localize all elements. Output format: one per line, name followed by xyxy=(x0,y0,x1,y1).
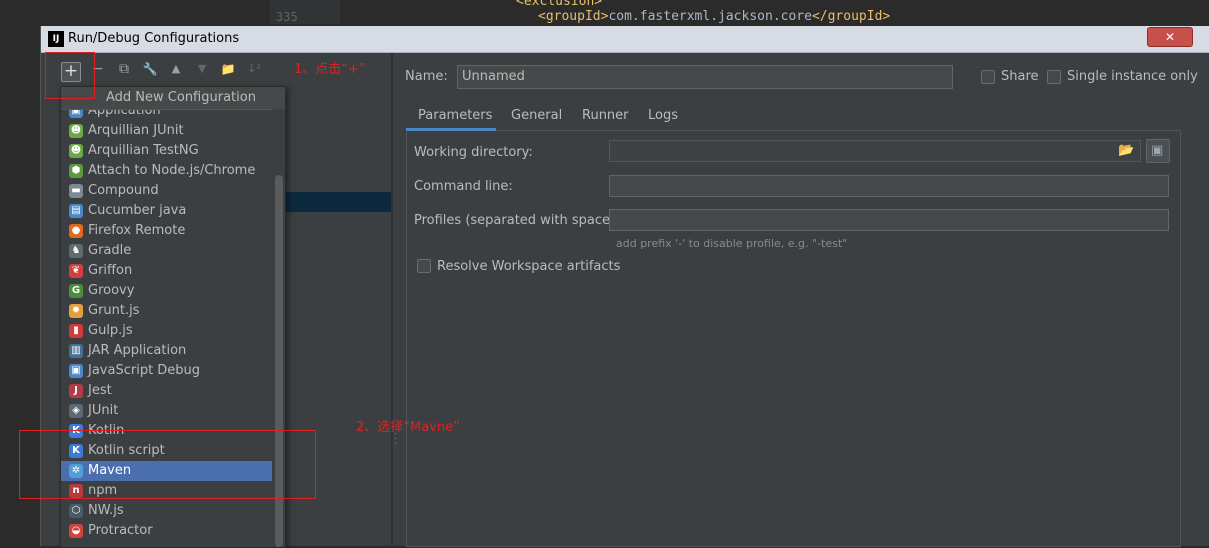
config-type-label: Attach to Node.js/Chrome xyxy=(88,163,256,178)
config-type-label: Arquillian TestNG xyxy=(88,143,199,158)
share-checkbox[interactable] xyxy=(981,70,995,84)
command-line-label: Command line: xyxy=(414,179,513,194)
groovy-icon: G xyxy=(69,284,83,298)
code-text: com.fasterxml.jackson.core xyxy=(608,9,812,24)
config-type-item[interactable]: J Jest xyxy=(61,381,272,401)
config-type-item[interactable]: ☻ Arquillian JUnit xyxy=(61,121,272,141)
annotation-box-maven xyxy=(19,430,316,499)
gulp-icon: ▮ xyxy=(69,324,83,338)
move-up-button[interactable]: ▲ xyxy=(166,59,186,79)
copy-configuration-button[interactable]: ⧉ xyxy=(114,59,134,79)
config-tabs: Parameters General Runner Logs xyxy=(406,104,1181,131)
protractor-icon: ◒ xyxy=(69,524,83,538)
config-type-label: Jest xyxy=(88,383,112,398)
config-type-label: Gulp.js xyxy=(88,323,133,338)
config-type-label: Firefox Remote xyxy=(88,223,186,238)
config-type-label: JUnit xyxy=(88,403,119,418)
gradle-icon: ♞ xyxy=(69,244,83,258)
browse-button[interactable]: ▣ xyxy=(1146,139,1170,163)
code-line: <groupId>com.fasterxml.jackson.core</gro… xyxy=(538,9,890,24)
config-type-label: Grunt.js xyxy=(88,303,140,318)
annotation-step1: 1、点击“+” xyxy=(294,62,366,77)
code-close-tag: </groupId> xyxy=(811,9,891,24)
selected-tree-row[interactable] xyxy=(277,192,391,212)
new-folder-button[interactable]: 📁 xyxy=(218,59,238,79)
popup-title: Add New Configuration xyxy=(106,90,256,105)
griffon-icon: ❦ xyxy=(69,264,83,278)
attach-icon: ⬢ xyxy=(69,164,83,178)
name-input[interactable] xyxy=(457,65,953,89)
close-button[interactable]: ✕ xyxy=(1147,27,1193,47)
config-type-item[interactable]: ❦ Griffon xyxy=(61,261,272,281)
config-type-label: Cucumber java xyxy=(88,203,187,218)
config-type-item[interactable]: ▤ Cucumber java xyxy=(61,201,272,221)
grunt-icon: ✹ xyxy=(69,304,83,318)
panel-divider[interactable] xyxy=(391,53,393,546)
config-type-item[interactable]: ▥ JAR Application xyxy=(61,341,272,361)
config-type-label: Protractor xyxy=(88,523,153,538)
active-tab-indicator xyxy=(406,128,496,131)
tab-general[interactable]: General xyxy=(511,108,562,123)
js-debug-icon: ▣ xyxy=(69,364,83,378)
profiles-label: Profiles (separated with space): xyxy=(414,213,620,228)
config-type-item[interactable]: ☻ Arquillian TestNG xyxy=(61,141,272,161)
config-type-item[interactable]: ✹ Grunt.js xyxy=(61,301,272,321)
config-type-item[interactable]: ♞ Gradle xyxy=(61,241,272,261)
intellij-app-icon: IJ xyxy=(48,31,64,47)
config-type-item[interactable]: ⬢ Attach to Node.js/Chrome xyxy=(61,161,272,181)
profiles-hint: add prefix '-' to disable profile, e.g. … xyxy=(616,237,848,250)
config-type-label: NW.js xyxy=(88,503,124,518)
resolve-workspace-label: Resolve Workspace artifacts xyxy=(437,259,621,274)
name-label: Name: xyxy=(405,69,448,84)
code-line-top: <exclusion> xyxy=(516,0,603,9)
cucumber-icon: ▤ xyxy=(69,204,83,218)
config-type-item[interactable]: ⬡ NW.js xyxy=(61,501,272,521)
config-type-label: Arquillian JUnit xyxy=(88,123,184,138)
arquillian-icon: ☻ xyxy=(69,124,83,138)
single-instance-label: Single instance only xyxy=(1067,69,1198,84)
resolve-workspace-checkbox[interactable] xyxy=(417,259,431,273)
title-bar[interactable]: IJ Run/Debug Configurations ✕ xyxy=(41,26,1209,53)
config-type-label: JAR Application xyxy=(88,343,187,358)
annotation-box-add xyxy=(45,52,95,99)
folder-icon: ▬ xyxy=(69,184,83,198)
jar-icon: ▥ xyxy=(69,344,83,358)
config-type-label: Gradle xyxy=(88,243,132,258)
single-instance-checkbox[interactable] xyxy=(1047,70,1061,84)
config-type-label: Groovy xyxy=(88,283,135,298)
config-type-item[interactable]: ▬ Compound xyxy=(61,181,272,201)
firefox-icon: ● xyxy=(69,224,83,238)
config-type-item[interactable]: ◈ JUnit xyxy=(61,401,272,421)
config-type-item[interactable]: ▮ Gulp.js xyxy=(61,321,272,341)
config-type-item[interactable]: ◒ Protractor xyxy=(61,521,272,541)
config-type-label: Griffon xyxy=(88,263,133,278)
edit-defaults-wrench-icon[interactable]: 🔧 xyxy=(140,59,160,79)
jest-icon: J xyxy=(69,384,83,398)
config-type-item[interactable]: G Groovy xyxy=(61,281,272,301)
working-directory-label: Working directory: xyxy=(414,145,533,160)
config-type-item[interactable]: ● Firefox Remote xyxy=(61,221,272,241)
dialog-title: Run/Debug Configurations xyxy=(68,31,240,46)
share-label: Share xyxy=(1001,69,1039,84)
working-directory-input[interactable] xyxy=(609,140,1141,162)
browse-folder-icon: ▣ xyxy=(1151,143,1164,158)
line-number: 335 xyxy=(276,10,298,24)
tab-parameters[interactable]: Parameters xyxy=(418,108,492,123)
arquillian-icon: ☻ xyxy=(69,144,83,158)
tab-logs[interactable]: Logs xyxy=(648,108,678,123)
junit-icon: ◈ xyxy=(69,404,83,418)
tab-runner[interactable]: Runner xyxy=(582,108,629,123)
annotation-step2: 2、选择“Mavne” xyxy=(356,420,460,435)
folder-icon[interactable]: 📂 xyxy=(1118,143,1134,158)
nwjs-icon: ⬡ xyxy=(69,504,83,518)
background-editor: 335 <exclusion> <groupId>com.fasterxml.j… xyxy=(0,0,1209,24)
config-type-label: Compound xyxy=(88,183,159,198)
command-line-input[interactable] xyxy=(609,175,1169,197)
code-open-tag: <groupId> xyxy=(538,9,609,24)
profiles-input[interactable] xyxy=(609,209,1169,231)
sort-button[interactable]: ↓² xyxy=(244,59,264,79)
config-type-label: JavaScript Debug xyxy=(88,363,201,378)
config-type-item[interactable]: ▣ JavaScript Debug xyxy=(61,361,272,381)
move-down-button[interactable]: ▼ xyxy=(192,59,212,79)
